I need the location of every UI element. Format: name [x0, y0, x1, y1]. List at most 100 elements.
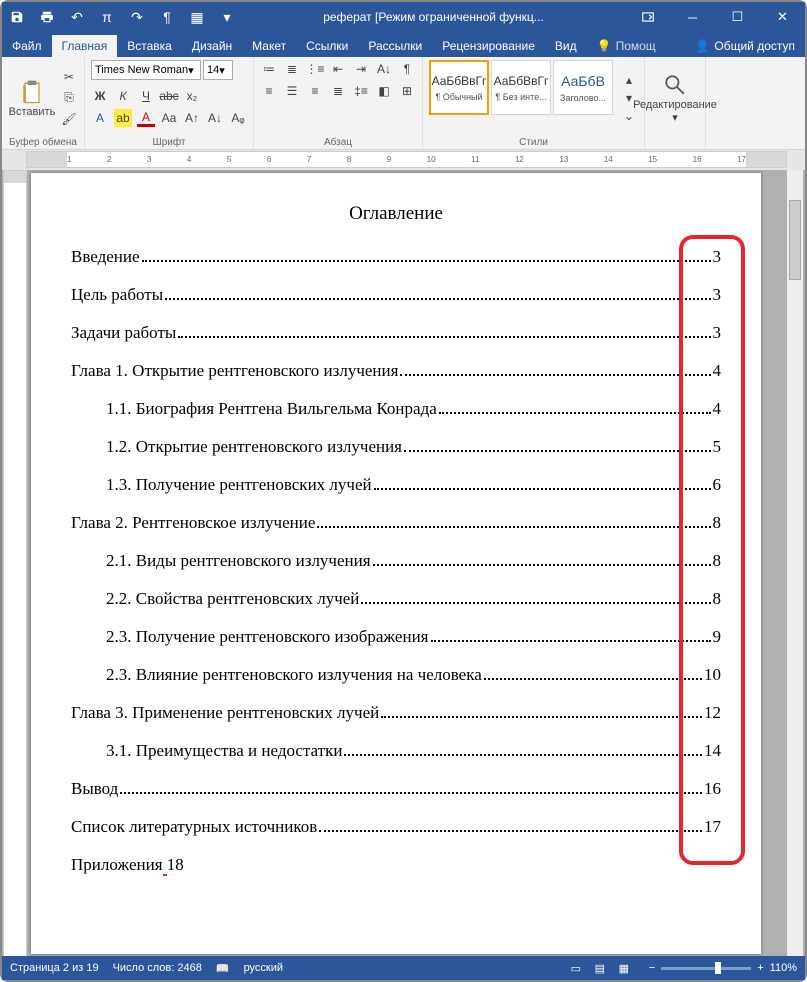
- toc-leader: [178, 336, 710, 338]
- toc-text: 2.3. Влияние рентгеновского излучения на…: [106, 665, 482, 685]
- tell-me[interactable]: 💡 Помощ: [587, 35, 666, 57]
- annotation-rectangle: [679, 235, 745, 865]
- align-center-button[interactable]: ☰: [283, 82, 301, 100]
- read-mode-icon[interactable]: ▭: [565, 959, 587, 977]
- toc-text: Вывод: [71, 779, 118, 799]
- maximize-button[interactable]: ☐: [715, 2, 760, 32]
- zoom-out-button[interactable]: −: [649, 962, 655, 974]
- toc-last-page: 18: [167, 855, 184, 875]
- print-icon[interactable]: [32, 2, 62, 32]
- tell-me-label: Помощ: [616, 39, 656, 53]
- minimize-button[interactable]: ─: [670, 2, 715, 32]
- tab-home[interactable]: Главная: [52, 35, 118, 57]
- tab-mailings[interactable]: Рассылки: [358, 35, 432, 57]
- align-left-button[interactable]: ≡: [260, 82, 278, 100]
- font-color-button[interactable]: A: [137, 109, 155, 127]
- title-bar: ↶ π ↷ ¶ ▦ ▾ реферат [Режим ограниченной …: [2, 2, 805, 32]
- document-page[interactable]: Оглавление Введение 3Цель работы 3Задачи…: [31, 173, 761, 954]
- toc-text: Глава 1. Открытие рентгеновского излучен…: [71, 361, 398, 381]
- close-button[interactable]: ✕: [760, 2, 805, 32]
- editing-button[interactable]: Редактирование▾: [651, 60, 699, 135]
- horizontal-ruler[interactable]: 1234567891011121314151617: [26, 151, 787, 168]
- zoom-in-button[interactable]: +: [757, 962, 763, 974]
- status-page[interactable]: Страница 2 из 19: [10, 962, 99, 974]
- decrease-indent-button[interactable]: ⇤: [329, 60, 347, 78]
- scrollbar-thumb[interactable]: [789, 200, 801, 280]
- status-lang[interactable]: русский: [244, 962, 283, 974]
- bullets-button[interactable]: ≔: [260, 60, 278, 78]
- shrink-font-button[interactable]: A↓: [206, 109, 224, 127]
- tab-design[interactable]: Дизайн: [182, 35, 242, 57]
- tab-insert[interactable]: Вставка: [117, 35, 182, 57]
- ruler-corner: [2, 150, 26, 170]
- zoom-value[interactable]: 110%: [770, 962, 797, 974]
- underline-button[interactable]: Ч: [137, 87, 155, 105]
- toc-leader: [439, 412, 711, 414]
- shading-button[interactable]: ◧: [375, 82, 393, 100]
- style-heading1[interactable]: АаБбВЗаголово...: [553, 60, 613, 115]
- vertical-scrollbar[interactable]: [787, 170, 803, 957]
- tab-review[interactable]: Рецензирование: [432, 35, 545, 57]
- show-marks-button[interactable]: ¶: [398, 60, 416, 78]
- window-controls: ─ ☐ ✕: [625, 2, 805, 32]
- align-right-button[interactable]: ≡: [306, 82, 324, 100]
- text-effects-button[interactable]: A: [91, 109, 109, 127]
- save-icon[interactable]: [2, 2, 32, 32]
- table-icon[interactable]: ▦: [182, 2, 212, 32]
- redo-icon[interactable]: ↷: [122, 2, 152, 32]
- view-buttons: ▭ ▤ ▦: [565, 959, 635, 977]
- proofing-icon[interactable]: 📖: [216, 962, 230, 975]
- paste-button[interactable]: Вставить: [8, 60, 56, 135]
- sort-button[interactable]: A↓: [375, 60, 393, 78]
- font-size-combo[interactable]: 14 ▾: [203, 60, 233, 80]
- clear-format-button[interactable]: Aᵩ: [229, 109, 247, 127]
- pi-icon[interactable]: π: [92, 2, 122, 32]
- format-painter-icon[interactable]: 🖌: [60, 110, 78, 128]
- share-button[interactable]: 👤Общий доступ: [685, 35, 805, 57]
- pilcrow-icon[interactable]: ¶: [152, 2, 182, 32]
- vertical-ruler[interactable]: [3, 170, 27, 957]
- grow-font-button[interactable]: A↑: [183, 109, 201, 127]
- toc-text: 2.1. Виды рентгеновского излучения: [106, 551, 371, 571]
- toc-text: Введение: [71, 247, 140, 267]
- tab-references[interactable]: Ссылки: [296, 35, 358, 57]
- undo-icon[interactable]: ↶: [62, 2, 92, 32]
- copy-icon[interactable]: ⎘: [60, 89, 78, 107]
- italic-button[interactable]: К: [114, 87, 132, 105]
- tab-file[interactable]: Файл: [2, 35, 52, 57]
- web-layout-icon[interactable]: ▦: [613, 959, 635, 977]
- style-normal[interactable]: АаБбВвГг¶ Обычный: [429, 60, 489, 115]
- qat-more-icon[interactable]: ▾: [212, 2, 242, 32]
- borders-button[interactable]: ⊞: [398, 82, 416, 100]
- line-spacing-button[interactable]: ‡≡: [352, 82, 370, 100]
- highlight-button[interactable]: ab: [114, 109, 132, 127]
- strikethrough-button[interactable]: abc: [160, 87, 178, 105]
- toc-leader: [484, 678, 702, 680]
- status-words[interactable]: Число слов: 2468: [113, 962, 202, 974]
- increase-indent-button[interactable]: ⇥: [352, 60, 370, 78]
- group-clipboard: Вставить ✂ ⎘ 🖌 Буфер обмена: [2, 57, 85, 149]
- toc-line: Глава 3. Применение рентгеновских лучей …: [71, 703, 721, 723]
- justify-button[interactable]: ≣: [329, 82, 347, 100]
- toc-line: Глава 2. Рентгеновское излучение 8: [71, 513, 721, 533]
- zoom-slider-thumb[interactable]: [715, 962, 721, 974]
- toc-leader: [373, 564, 711, 566]
- ribbon-options-icon[interactable]: [625, 2, 670, 32]
- toc-line: 2.3. Влияние рентгеновского излучения на…: [71, 665, 721, 685]
- multilevel-button[interactable]: ⋮≡: [306, 60, 324, 78]
- cut-icon[interactable]: ✂: [60, 68, 78, 86]
- bold-button[interactable]: Ж: [91, 87, 109, 105]
- subscript-button[interactable]: x₂: [183, 87, 201, 105]
- toc-line: Введение 3: [71, 247, 721, 267]
- tab-layout[interactable]: Макет: [242, 35, 296, 57]
- print-layout-icon[interactable]: ▤: [589, 959, 611, 977]
- toc-line: 2.1. Виды рентгеновского излучения 8: [71, 551, 721, 571]
- font-name-combo[interactable]: Times New Roman ▾: [91, 60, 201, 80]
- numbering-button[interactable]: ≣: [283, 60, 301, 78]
- styles-up-icon[interactable]: ▴: [620, 71, 638, 89]
- zoom-slider[interactable]: [661, 967, 751, 970]
- quick-access-toolbar: ↶ π ↷ ¶ ▦ ▾: [2, 2, 242, 32]
- style-nospacing[interactable]: АаБбВвГг¶ Без инте...: [491, 60, 551, 115]
- tab-view[interactable]: Вид: [545, 35, 587, 57]
- change-case-button[interactable]: Aa: [160, 109, 178, 127]
